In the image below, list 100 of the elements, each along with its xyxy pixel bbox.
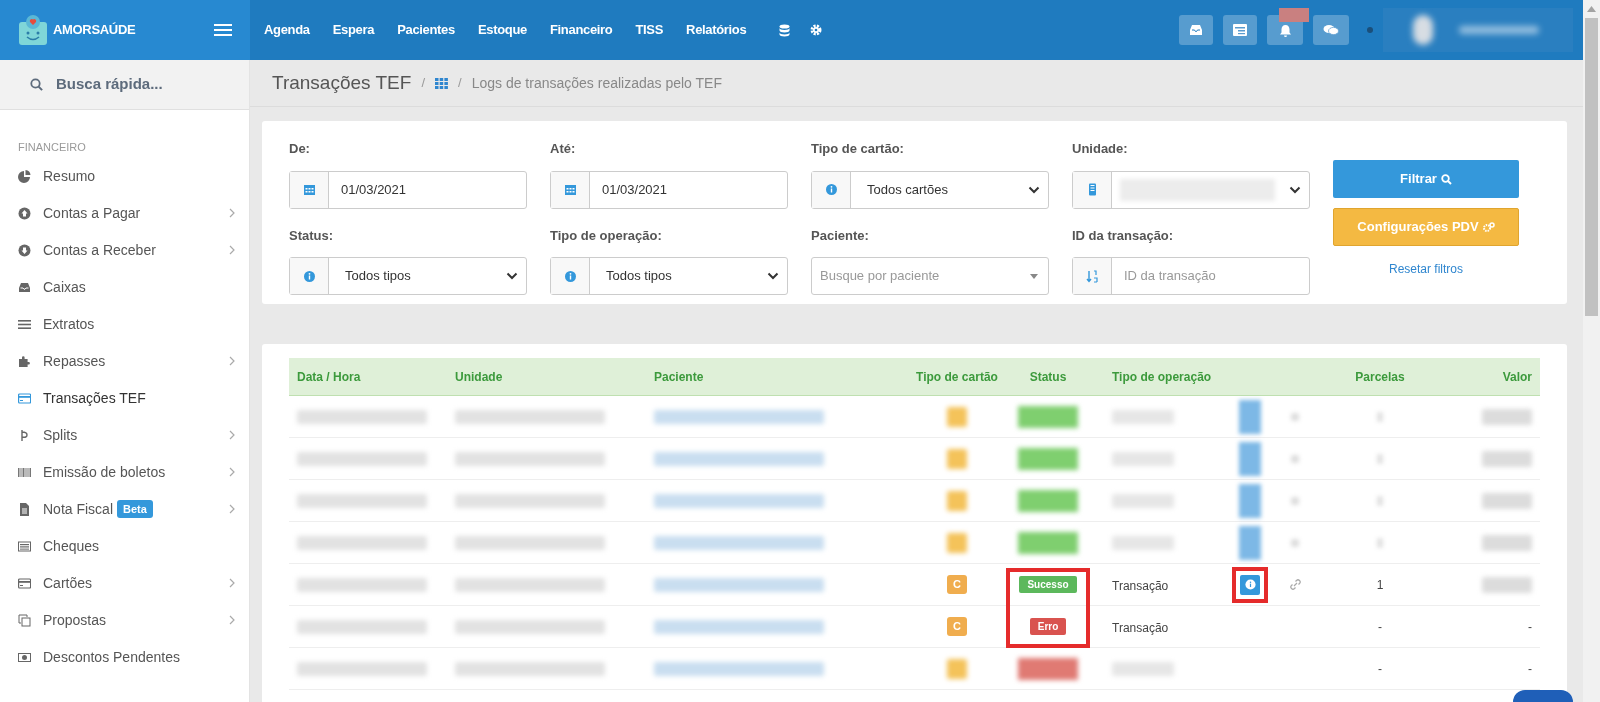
- status-badge: Erro: [1029, 618, 1067, 635]
- date-field[interactable]: 01/03/2021: [289, 170, 527, 209]
- column-header[interactable]: Parcelas: [1355, 369, 1405, 384]
- sidebar-item[interactable]: Resumo: [0, 157, 249, 195]
- sidebar-item[interactable]: Contas a Pagar: [0, 194, 249, 232]
- nav-link[interactable]: Agenda: [264, 20, 310, 40]
- settings-icon[interactable]: [810, 24, 823, 36]
- sidebar-item[interactable]: Repasses: [0, 342, 249, 380]
- menu-icon[interactable]: [214, 23, 232, 37]
- date-field[interactable]: 01/03/2021: [550, 170, 788, 209]
- select-field[interactable]: Todos tipos: [550, 257, 788, 295]
- page-title: Transações TEF: [272, 70, 412, 95]
- bell-icon: [1278, 23, 1292, 37]
- scrollbar[interactable]: [1583, 0, 1600, 702]
- scroll-up-icon[interactable]: [1587, 6, 1596, 12]
- nav-link[interactable]: Relatórios: [686, 20, 747, 40]
- nav-link[interactable]: TISS: [635, 20, 664, 40]
- search-select[interactable]: Busque por paciente: [811, 257, 1049, 295]
- puzzle-icon: [18, 354, 31, 368]
- section-heading: FINANCEIRO: [18, 140, 86, 155]
- filter-button[interactable]: Filtrar: [1333, 160, 1519, 198]
- field-label: De:: [289, 140, 310, 158]
- sidebar-item[interactable]: Cheques: [0, 527, 249, 565]
- field-label: ID da transação:: [1072, 226, 1174, 245]
- sidebar-item[interactable]: Contas a Receber: [0, 231, 249, 269]
- logo-icon: [18, 14, 48, 46]
- select-field[interactable]: [1072, 170, 1310, 209]
- column-header[interactable]: Tipo de cartão: [916, 369, 998, 384]
- calendar-icon: [563, 183, 577, 196]
- info-icon: [824, 183, 838, 196]
- field-label: Tipo de cartão:: [811, 140, 904, 158]
- column-header[interactable]: Paciente: [654, 369, 704, 384]
- field-label: Unidade:: [1072, 140, 1128, 158]
- arrow-down-circle-icon: [18, 243, 31, 257]
- sidebar-item[interactable]: Nota Fiscal Beta: [0, 490, 249, 528]
- status-badge: Sucesso: [1019, 576, 1077, 593]
- installments-count: 1: [1376, 576, 1384, 594]
- input-field[interactable]: ID da transação: [1072, 257, 1310, 295]
- calendar-icon: [302, 183, 316, 196]
- field-label: Até:: [550, 140, 576, 158]
- credit-card-icon: [18, 576, 31, 590]
- inbox-button[interactable]: [1179, 15, 1213, 45]
- breadcrumb-text: Logs de transações realizadas pelo TEF: [471, 73, 722, 93]
- search-icon: [1440, 173, 1452, 185]
- user-menu[interactable]: [1383, 8, 1573, 52]
- arrow-up-circle-icon: [18, 206, 31, 220]
- fork-icon: [18, 428, 31, 442]
- sidebar-item[interactable]: Splits: [0, 416, 249, 454]
- copy-icon: [18, 613, 31, 627]
- notification-badge: [1279, 8, 1309, 22]
- chat-button[interactable]: [1313, 15, 1349, 45]
- select-field[interactable]: Todos cartões: [811, 170, 1049, 209]
- amount: -: [1528, 618, 1532, 636]
- pie-chart-icon: [18, 169, 31, 183]
- sidebar-item[interactable]: Extratos: [0, 305, 249, 343]
- sidebar-item[interactable]: Transações TEF: [0, 379, 249, 417]
- column-header[interactable]: Data / Hora: [297, 369, 361, 384]
- cheque-icon: [18, 539, 31, 553]
- sidebar-item[interactable]: Propostas: [0, 601, 249, 639]
- chevron-down-icon: [1289, 185, 1301, 194]
- sidebar-item[interactable]: Caixas: [0, 268, 249, 306]
- list-icon: [1233, 24, 1247, 36]
- list-button[interactable]: [1223, 15, 1257, 45]
- info-icon: [1244, 579, 1256, 590]
- credit-card-icon: [18, 391, 31, 405]
- beta-badge: Beta: [117, 499, 153, 519]
- card-type-badge: C: [947, 575, 967, 594]
- chevron-down-icon: [506, 272, 518, 280]
- avatar-icon: [1413, 15, 1433, 45]
- operation-type: Transação: [1112, 620, 1169, 635]
- select-field[interactable]: Todos tipos: [289, 257, 527, 295]
- info-icon: [302, 269, 316, 283]
- sidebar-item[interactable]: Descontos Pendentes: [0, 638, 249, 676]
- search-icon: [30, 78, 43, 91]
- grid-icon[interactable]: [435, 77, 448, 89]
- sidebar-item[interactable]: Cartões: [0, 564, 249, 602]
- field-label: Status:: [289, 226, 334, 245]
- database-icon[interactable]: [779, 23, 791, 37]
- gears-icon: [1482, 221, 1495, 233]
- document-icon: [18, 502, 31, 516]
- column-header[interactable]: Tipo de operação: [1112, 369, 1212, 384]
- banknote-icon: [18, 650, 31, 664]
- nav-link[interactable]: Financeiro: [549, 20, 613, 40]
- column-header[interactable]: Status: [1029, 369, 1067, 384]
- installments-count: -: [1378, 618, 1382, 636]
- nav-link[interactable]: Estoque: [477, 20, 527, 40]
- sidebar-item[interactable]: Emissão de boletos: [0, 453, 249, 491]
- breadcrumb-separator: /: [421, 74, 425, 93]
- tray-icon: [18, 280, 31, 294]
- chat-widget[interactable]: [1513, 690, 1573, 702]
- search-field[interactable]: Busca rápida...: [0, 60, 249, 110]
- column-header[interactable]: Unidade: [455, 369, 503, 384]
- nav-link[interactable]: Espera: [332, 20, 375, 40]
- reset-filters-link[interactable]: Resetar filtros: [1389, 260, 1463, 278]
- column-header[interactable]: Valor: [1502, 369, 1532, 384]
- chat-icon: [1323, 24, 1339, 36]
- nav-link[interactable]: Pacientes: [397, 20, 455, 40]
- field-label: Paciente:: [811, 226, 869, 245]
- card-type-badge: C: [947, 617, 967, 636]
- info-icon: [563, 269, 577, 283]
